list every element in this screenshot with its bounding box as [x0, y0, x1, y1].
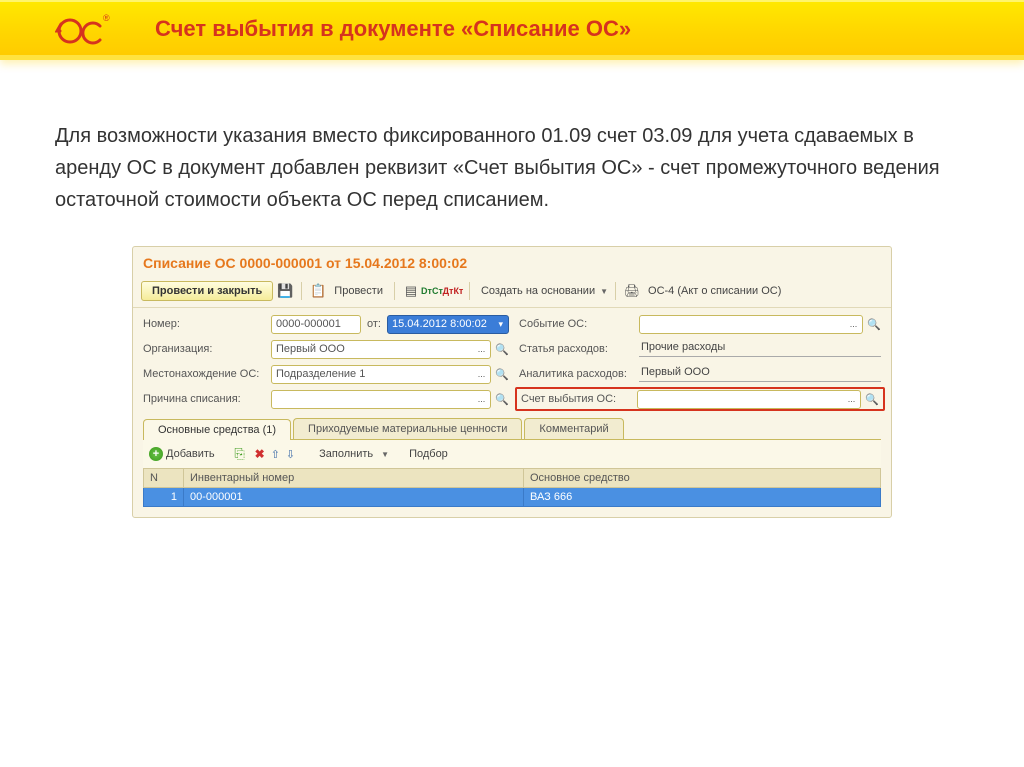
tab-toolbar: + Добавить ⎘ ✖ ⇧ ⇩ Заполнить ▼ Подбор [143, 440, 881, 468]
slide-body-text: Для возможности указания вместо фиксиров… [0, 60, 1024, 246]
select-icon[interactable]: ... [475, 394, 489, 404]
col-n-header[interactable]: N [144, 469, 184, 488]
row-inv: 00-000001 [184, 488, 524, 507]
expense-field[interactable]: Прочие расходы [639, 341, 881, 357]
number-label: Номер: [143, 318, 271, 330]
row-n: 1 [144, 488, 184, 507]
select-icon[interactable]: ... [475, 369, 489, 379]
table-row[interactable]: 1 00-000001 ВАЗ 666 [144, 488, 881, 507]
reason-label: Причина списания: [143, 393, 271, 405]
slide-header: ® Счет выбытия в документе «Списание ОС» [0, 0, 1024, 60]
select-icon[interactable]: ... [845, 394, 859, 404]
tab-fixed-assets[interactable]: Основные средства (1) [143, 419, 291, 440]
event-label: Событие ОС: [519, 318, 639, 330]
search-icon[interactable]: 🔍 [863, 318, 881, 331]
svg-text:®: ® [103, 13, 110, 23]
move-up-icon[interactable]: ⇧ [271, 448, 280, 461]
date-input[interactable]: 15.04.2012 8:00:02 ▾ [387, 315, 509, 334]
form-fields: Номер: 0000-000001 от: 15.04.2012 8:00:0… [133, 308, 891, 416]
reason-input[interactable]: ... [271, 390, 491, 409]
org-label: Организация: [143, 343, 271, 355]
row-os: ВАЗ 666 [524, 488, 881, 507]
search-icon[interactable]: 🔍 [491, 368, 509, 381]
disposal-label: Счет выбытия ОС: [521, 393, 637, 405]
select-icon[interactable]: ... [475, 344, 489, 354]
document-title: Списание ОС 0000-000001 от 15.04.2012 8:… [133, 247, 891, 277]
disposal-account-row: Счет выбытия ОС: ... 🔍 [515, 387, 885, 411]
logo-1c: ® [55, 9, 115, 49]
col-inv-header[interactable]: Инвентарный номер [184, 469, 524, 488]
add-row-button[interactable]: + Добавить [149, 447, 215, 461]
save-icon[interactable]: 💾 [276, 282, 294, 300]
copy-row-icon[interactable]: ⎘ [231, 445, 249, 463]
app-window: Списание ОС 0000-000001 от 15.04.2012 8:… [132, 246, 892, 518]
post-icon[interactable]: 📋 [309, 282, 327, 300]
location-label: Местонахождение ОС: [143, 368, 271, 380]
fill-button[interactable]: Заполнить [315, 448, 377, 460]
calendar-icon[interactable]: ▾ [495, 319, 506, 330]
tab-materials[interactable]: Приходуемые материальные ценности [293, 418, 522, 439]
delete-row-icon[interactable]: ✖ [255, 447, 265, 461]
search-icon[interactable]: 🔍 [491, 393, 509, 406]
disposal-input[interactable]: ... [637, 390, 861, 409]
analytics-label: Аналитика расходов: [519, 368, 639, 380]
search-icon[interactable]: 🔍 [491, 343, 509, 356]
report-icon[interactable]: ▤ [402, 282, 420, 300]
create-based-button[interactable]: Создать на основании [477, 285, 599, 297]
document-toolbar: Провести и закрыть 💾 📋 Провести ▤ DᴛCᴛ Д… [133, 277, 891, 308]
select-icon[interactable]: ... [847, 319, 861, 329]
col-os-header[interactable]: Основное средство [524, 469, 881, 488]
post-and-close-button[interactable]: Провести и закрыть [141, 281, 273, 301]
number-input[interactable]: 0000-000001 [271, 315, 361, 334]
drcr-red-icon[interactable]: ДᴛКᴛ [444, 282, 462, 300]
from-label: от: [361, 318, 387, 330]
slide-title: Счет выбытия в документе «Списание ОС» [155, 16, 631, 42]
post-button[interactable]: Провести [330, 285, 387, 297]
event-input[interactable]: ... [639, 315, 863, 334]
tab-content: + Добавить ⎘ ✖ ⇧ ⇩ Заполнить ▼ Подбор N … [143, 439, 881, 507]
chevron-down-icon[interactable]: ▼ [600, 287, 608, 296]
search-icon[interactable]: 🔍 [861, 393, 879, 406]
plus-icon: + [149, 447, 163, 461]
analytics-field[interactable]: Первый ООО [639, 366, 881, 382]
print-icon[interactable]: 🖨 [623, 282, 641, 300]
org-input[interactable]: Первый ООО ... [271, 340, 491, 359]
drcr-green-icon[interactable]: DᴛCᴛ [423, 282, 441, 300]
expense-label: Статья расходов: [519, 343, 639, 355]
print-os4-button[interactable]: ОС-4 (Акт о списании ОС) [644, 285, 785, 297]
assets-table: N Инвентарный номер Основное средство 1 … [143, 468, 881, 507]
move-down-icon[interactable]: ⇩ [286, 448, 295, 461]
pick-button[interactable]: Подбор [405, 448, 452, 460]
chevron-down-icon[interactable]: ▼ [381, 450, 389, 459]
tab-comment[interactable]: Комментарий [524, 418, 623, 439]
tabs: Основные средства (1) Приходуемые матери… [133, 416, 891, 439]
location-input[interactable]: Подразделение 1 ... [271, 365, 491, 384]
